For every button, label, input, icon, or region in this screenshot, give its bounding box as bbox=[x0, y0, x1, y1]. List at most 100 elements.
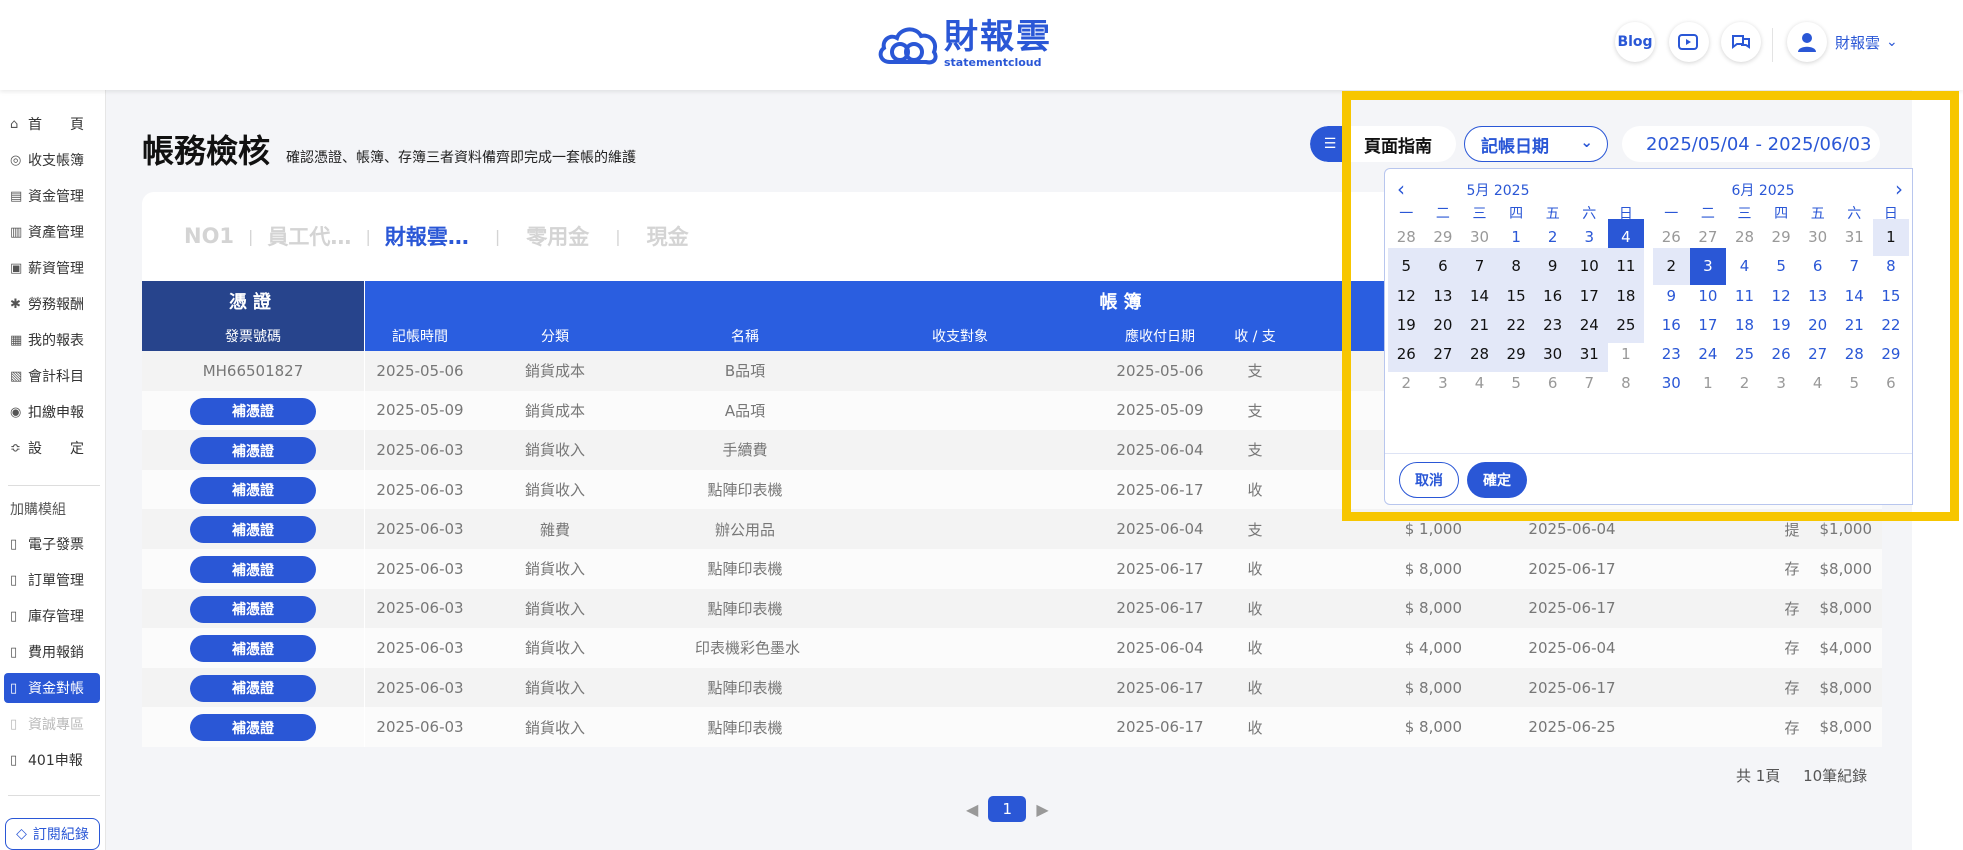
calendar-day[interactable]: 7 bbox=[1571, 365, 1608, 402]
sidebar-item-label: 收支帳簿 bbox=[28, 153, 84, 169]
cell-name: 點陣印表機 bbox=[707, 599, 783, 618]
sidebar-item-401[interactable]: ▯ 401申報 bbox=[4, 745, 100, 775]
sidebar-item-expenses[interactable]: ▯ 費用報銷 bbox=[4, 637, 100, 667]
sidebar-item-label: 電子發票 bbox=[28, 537, 84, 553]
supplement-voucher-button[interactable]: 補憑證 bbox=[190, 476, 316, 504]
cell-record-time: 2025-06-03 bbox=[376, 520, 464, 539]
next-month-icon[interactable]: › bbox=[1895, 177, 1903, 201]
sidebar-item-pwc[interactable]: ▯ 資誠專區 bbox=[4, 709, 100, 739]
col-category: 分類 bbox=[541, 329, 569, 345]
supplement-voucher-button[interactable]: 補憑證 bbox=[190, 437, 316, 465]
tax-icon: ◉ bbox=[10, 404, 22, 420]
supplement-voucher-button[interactable]: 補憑證 bbox=[190, 635, 316, 663]
calendar-day[interactable]: 1 bbox=[1690, 365, 1727, 402]
subscription-button[interactable]: ◇ 訂閱紀錄 bbox=[5, 818, 100, 850]
sidebar-item-reconciliation[interactable]: ▯ 資金對帳 bbox=[4, 673, 100, 703]
tab-petty-cash[interactable]: 零用金 bbox=[526, 221, 589, 251]
tab-cash[interactable]: 現金 bbox=[647, 221, 689, 251]
table-row[interactable]: 補憑證 2025-06-03 銷貨收入 印表機彩色墨水 2025-06-04 收 $ 4,0… bbox=[142, 628, 1882, 668]
supplement-voucher-button[interactable]: 補憑證 bbox=[190, 674, 316, 702]
calendar-day[interactable]: 5 bbox=[1498, 365, 1535, 402]
right-month-title: 6月 2025 bbox=[1731, 183, 1795, 199]
cell-inout: 收 bbox=[1247, 560, 1263, 579]
page-number-button[interactable]: 1 bbox=[988, 796, 1027, 822]
calendar-day[interactable]: 4 bbox=[1461, 365, 1498, 402]
cell-bank-date: 2025-06-04 bbox=[1528, 520, 1616, 539]
tab-no1[interactable]: NO1 bbox=[184, 224, 234, 248]
sidebar-item-label: 資產管理 bbox=[28, 225, 84, 241]
supplement-voucher-button[interactable]: 補憑證 bbox=[190, 595, 316, 623]
table-row[interactable]: 補憑證 2025-06-03 銷貨收入 點陣印表機 2025-06-17 收 $ 8,000… bbox=[142, 549, 1882, 589]
sidebar-item-reports[interactable]: ▦ 我的報表 bbox=[4, 325, 100, 355]
document-icon: ▯ bbox=[10, 752, 18, 768]
sidebar-item-inventory[interactable]: ▯ 庫存管理 bbox=[4, 601, 100, 631]
date-type-select[interactable]: 記帳日期 ⌄ bbox=[1464, 126, 1608, 162]
table-row[interactable]: 補憑證 2025-06-03 雜費 辦公用品 2025-06-04 支 $ 1,000 202… bbox=[142, 509, 1882, 549]
sidebar-item-home[interactable]: ⌂ 首 頁 bbox=[4, 109, 100, 139]
table-row[interactable]: 補憑證 2025-06-03 銷貨收入 點陣印表機 2025-06-17 收 $ 8,000… bbox=[142, 707, 1882, 747]
calendar-day[interactable]: 30 bbox=[1653, 365, 1690, 402]
supplement-voucher-button[interactable]: 補憑證 bbox=[190, 714, 316, 742]
cell-record-time: 2025-05-06 bbox=[376, 361, 464, 380]
supplement-voucher-button[interactable]: 補憑證 bbox=[190, 556, 316, 583]
sidebar-item-label: 會計科目 bbox=[28, 369, 84, 385]
sidebar-item-einvoice[interactable]: ▯ 電子發票 bbox=[4, 529, 100, 559]
sidebar-item-accounts[interactable]: ▧ 會計科目 bbox=[4, 361, 100, 391]
calendar-day[interactable]: 8 bbox=[1608, 365, 1645, 402]
tab-statementcloud[interactable]: 財報雲… bbox=[385, 221, 469, 251]
blog-button[interactable]: Blog bbox=[1615, 22, 1655, 62]
cell-name: 點陣印表機 bbox=[707, 560, 783, 579]
table-row[interactable]: 補憑證 2025-06-03 銷貨收入 點陣印表機 2025-06-17 收 $ 8,000… bbox=[142, 588, 1882, 629]
picker-divider bbox=[1385, 453, 1912, 454]
calendar-day[interactable]: 2 bbox=[1388, 365, 1425, 402]
date-type-value: 記帳日期 bbox=[1481, 136, 1549, 157]
sidebar-item-salary[interactable]: ▣ 薪資管理 bbox=[4, 253, 100, 283]
confirm-button[interactable]: 確定 bbox=[1467, 462, 1527, 498]
cancel-button[interactable]: 取消 bbox=[1399, 462, 1459, 498]
voucher-column-header: 發票號碼 bbox=[142, 321, 364, 351]
ledger-icon: ▧ bbox=[10, 368, 23, 384]
sidebar-item-withholding[interactable]: ◉ 扣繳申報 bbox=[4, 397, 100, 427]
tab-employee[interactable]: 員工代… bbox=[267, 221, 351, 251]
user-name: 財報雲 bbox=[1835, 33, 1881, 52]
video-guide-button[interactable] bbox=[1669, 22, 1709, 62]
logo[interactable]: 財報雲 statementcloud bbox=[876, 18, 1052, 70]
table-row[interactable]: 補憑證 2025-06-03 銷貨收入 點陣印表機 2025-06-17 收 $ 8,000… bbox=[142, 667, 1882, 708]
document-icon: ▯ bbox=[10, 644, 18, 660]
tab-divider: | bbox=[365, 226, 371, 246]
calendar-day[interactable]: 5 bbox=[1836, 365, 1873, 402]
tab-divider: | bbox=[615, 226, 621, 246]
supplement-voucher-button[interactable]: 補憑證 bbox=[190, 516, 316, 544]
date-range-value: 2025/05/04 - 2025/06/03 bbox=[1646, 133, 1872, 155]
calendar-day[interactable]: 6 bbox=[1534, 365, 1571, 402]
date-range-input[interactable]: 2025/05/04 - 2025/06/03 bbox=[1622, 126, 1880, 162]
document-icon: ▯ bbox=[10, 572, 18, 588]
page-guide-button[interactable]: ☰ 頁面指南 bbox=[1310, 126, 1456, 162]
sidebar-item-funds[interactable]: ▤ 資金管理 bbox=[4, 181, 100, 211]
cell-due-date: 2025-06-17 bbox=[1116, 559, 1204, 578]
cell-due-date: 2025-06-04 bbox=[1116, 440, 1204, 459]
supplement-voucher-button[interactable]: 補憑證 bbox=[190, 397, 316, 425]
sidebar-item-settings[interactable]: ≎ 設 定 bbox=[4, 433, 100, 463]
prev-page-icon[interactable]: ◀ bbox=[966, 800, 978, 819]
calendar-day[interactable]: 2 bbox=[1726, 365, 1763, 402]
sidebar-item-labor[interactable]: ✱ 勞務報酬 bbox=[4, 289, 100, 319]
sidebar-item-orders[interactable]: ▯ 訂單管理 bbox=[4, 565, 100, 595]
cell-bank-amount: $8,000 bbox=[1819, 599, 1873, 618]
cell-due-date: 2025-05-06 bbox=[1116, 361, 1204, 380]
cell-amount: $ 1,000 bbox=[1404, 520, 1462, 539]
cell-record-time: 2025-06-03 bbox=[376, 440, 464, 459]
user-menu[interactable]: 財報雲 ⌄ bbox=[1787, 22, 1898, 62]
calendar-day[interactable]: 3 bbox=[1425, 365, 1462, 402]
calendar-day[interactable]: 4 bbox=[1799, 365, 1836, 402]
calendar-day[interactable]: 6 bbox=[1873, 365, 1910, 402]
calendar-day[interactable]: 3 bbox=[1763, 365, 1800, 402]
support-button[interactable] bbox=[1721, 22, 1761, 62]
cell-amount: $ 4,000 bbox=[1404, 638, 1462, 657]
cell-name: 手續費 bbox=[722, 441, 768, 460]
next-page-icon[interactable]: ▶ bbox=[1036, 800, 1048, 819]
document-icon: ▯ bbox=[10, 716, 18, 732]
sidebar-item-assets[interactable]: ▥ 資產管理 bbox=[4, 217, 100, 247]
sidebar-item-ledger[interactable]: ◎ 收支帳簿 bbox=[4, 145, 100, 175]
cell-amount: $ 8,000 bbox=[1404, 559, 1462, 578]
